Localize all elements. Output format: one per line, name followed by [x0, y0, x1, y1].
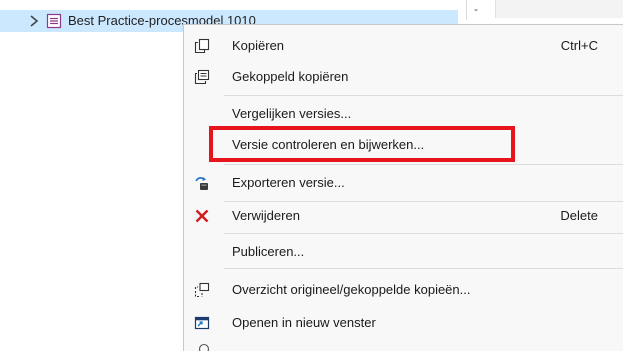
menu-item-exporteren-versie[interactable]: Exporteren versie...: [184, 168, 623, 198]
linked-copy-icon: [194, 69, 210, 85]
side-panel-dash: -: [474, 2, 478, 16]
side-panel-bar: [495, 0, 623, 18]
menu-item-verwijderen[interactable]: Verwijderen Delete: [184, 201, 623, 231]
menu-item-label: Gekoppeld kopiëren: [232, 69, 348, 84]
menu-item-vergelijken-versies[interactable]: Vergelijken versies...: [184, 99, 623, 129]
chevron-right-icon[interactable]: [27, 13, 41, 29]
menu-item-label: Vergelijken versies...: [232, 106, 351, 121]
menu-item-overzicht-kopieen[interactable]: Overzicht origineel/gekoppelde kopieën..…: [184, 275, 623, 305]
process-model-icon: [46, 13, 62, 29]
menu-item-shortcut: Delete: [560, 208, 598, 223]
menu-item-label: Verwijderen: [232, 208, 300, 223]
menu-item-publiceren[interactable]: Publiceren...: [184, 237, 623, 267]
menu-item-openen-nieuw-venster[interactable]: Openen in nieuw venster: [184, 308, 623, 338]
menu-item-kopieren[interactable]: Kopiëren Ctrl+C: [184, 31, 623, 61]
menu-item-label: Kopiëren: [232, 38, 284, 53]
menu-item-label: Exporteren versie...: [232, 175, 345, 190]
new-window-icon: [194, 315, 210, 331]
export-icon: [194, 175, 210, 191]
menu-item-label: Openen in nieuw venster: [232, 315, 376, 330]
context-menu: Kopiëren Ctrl+C Gekoppeld kopiëren Verge…: [183, 24, 623, 351]
menu-item-gekoppeld-kopieren[interactable]: Gekoppeld kopiëren: [184, 62, 623, 92]
menu-item-shortcut: Ctrl+C: [561, 38, 598, 53]
menu-separator: [224, 164, 623, 165]
highlight-box: [209, 126, 515, 162]
menu-separator: [224, 268, 623, 269]
menu-item-label: Publiceren...: [232, 244, 304, 259]
menu-separator: [224, 233, 623, 234]
menu-separator: [224, 95, 623, 96]
copy-icon: [194, 38, 210, 54]
linked-copies-overview-icon: [194, 282, 210, 298]
delete-icon: [194, 208, 210, 224]
menu-item-label: Overzicht origineel/gekoppelde kopieën..…: [232, 282, 470, 297]
